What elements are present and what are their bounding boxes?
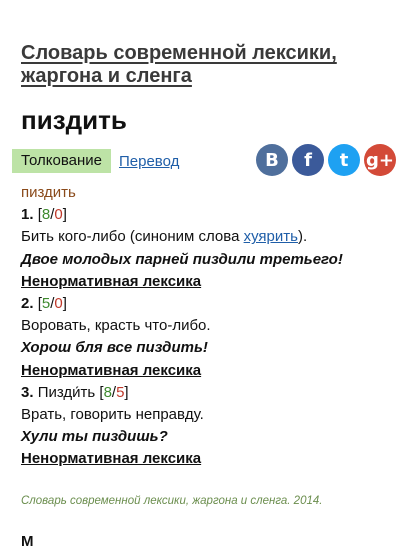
- tab-translation[interactable]: Перевод: [119, 153, 179, 170]
- facebook-icon: f: [304, 149, 312, 171]
- votes-down[interactable]: 0: [54, 295, 62, 312]
- category-link[interactable]: Ненормативная лексика: [21, 450, 201, 467]
- category-link[interactable]: Ненормативная лексика: [21, 362, 201, 379]
- sense-definition: Бить кого-либо (синоним слова хуярить).: [21, 226, 391, 248]
- synonym-link[interactable]: хуярить: [244, 228, 298, 245]
- sense-example: Хули ты пиздишь?: [21, 428, 168, 446]
- sense-number: 1.: [21, 206, 34, 224]
- tab-interpretation[interactable]: Толкование: [12, 149, 111, 173]
- sense-definition: Врать, говорить неправду.: [21, 405, 204, 423]
- sense-number: 2.: [21, 294, 34, 312]
- googleplus-share-button[interactable]: g+: [364, 144, 396, 176]
- votes-up[interactable]: 5: [42, 295, 50, 312]
- votes-up[interactable]: 8: [42, 206, 50, 223]
- vk-share-button[interactable]: В: [256, 144, 288, 176]
- source-citation: Словарь современной лексики, жаргона и с…: [21, 495, 323, 507]
- headword: пиздить: [21, 105, 127, 135]
- votes: [8/5]: [99, 383, 129, 401]
- sense-header: 2. [5/0]: [21, 293, 391, 315]
- votes: [8/0]: [37, 206, 67, 224]
- vk-icon: В: [265, 149, 279, 171]
- share-buttons: В f t g+: [256, 144, 396, 176]
- votes: [5/0]: [37, 294, 67, 312]
- twitter-share-button[interactable]: t: [328, 144, 360, 176]
- votes-up[interactable]: 8: [104, 384, 112, 401]
- entry-content: пиздить 1. [8/0] Бить кого-либо (синоним…: [21, 182, 391, 470]
- dictionary-title-link[interactable]: Словарь современной лексики, жаргона и с…: [21, 42, 381, 88]
- sense-header: 3. Пизди́ть [8/5]: [21, 382, 391, 404]
- sense-definition: Воровать, красть что-либо.: [21, 317, 211, 335]
- votes-down[interactable]: 0: [54, 206, 62, 223]
- votes-down[interactable]: 5: [116, 384, 124, 401]
- category-link[interactable]: Ненормативная лексика: [21, 273, 201, 290]
- definition-text-end: ).: [297, 228, 308, 246]
- sense-number: 3.: [21, 383, 34, 401]
- sense-header: 1. [8/0]: [21, 204, 391, 226]
- next-section-partial: М: [21, 533, 34, 550]
- facebook-share-button[interactable]: f: [292, 144, 324, 176]
- sense-example: Двое молодых парней пиздили третьего!: [21, 250, 343, 268]
- googleplus-icon: g+: [366, 149, 394, 171]
- sense-example: Хорош бля все пиздить!: [21, 339, 208, 357]
- definition-text: Бить кого-либо (синоним слова: [21, 228, 244, 246]
- entry-word: пиздить: [21, 184, 76, 201]
- twitter-icon: t: [339, 149, 349, 171]
- sense-form: Пизди́ть: [37, 383, 96, 401]
- tab-bar: Толкование Перевод: [12, 149, 179, 173]
